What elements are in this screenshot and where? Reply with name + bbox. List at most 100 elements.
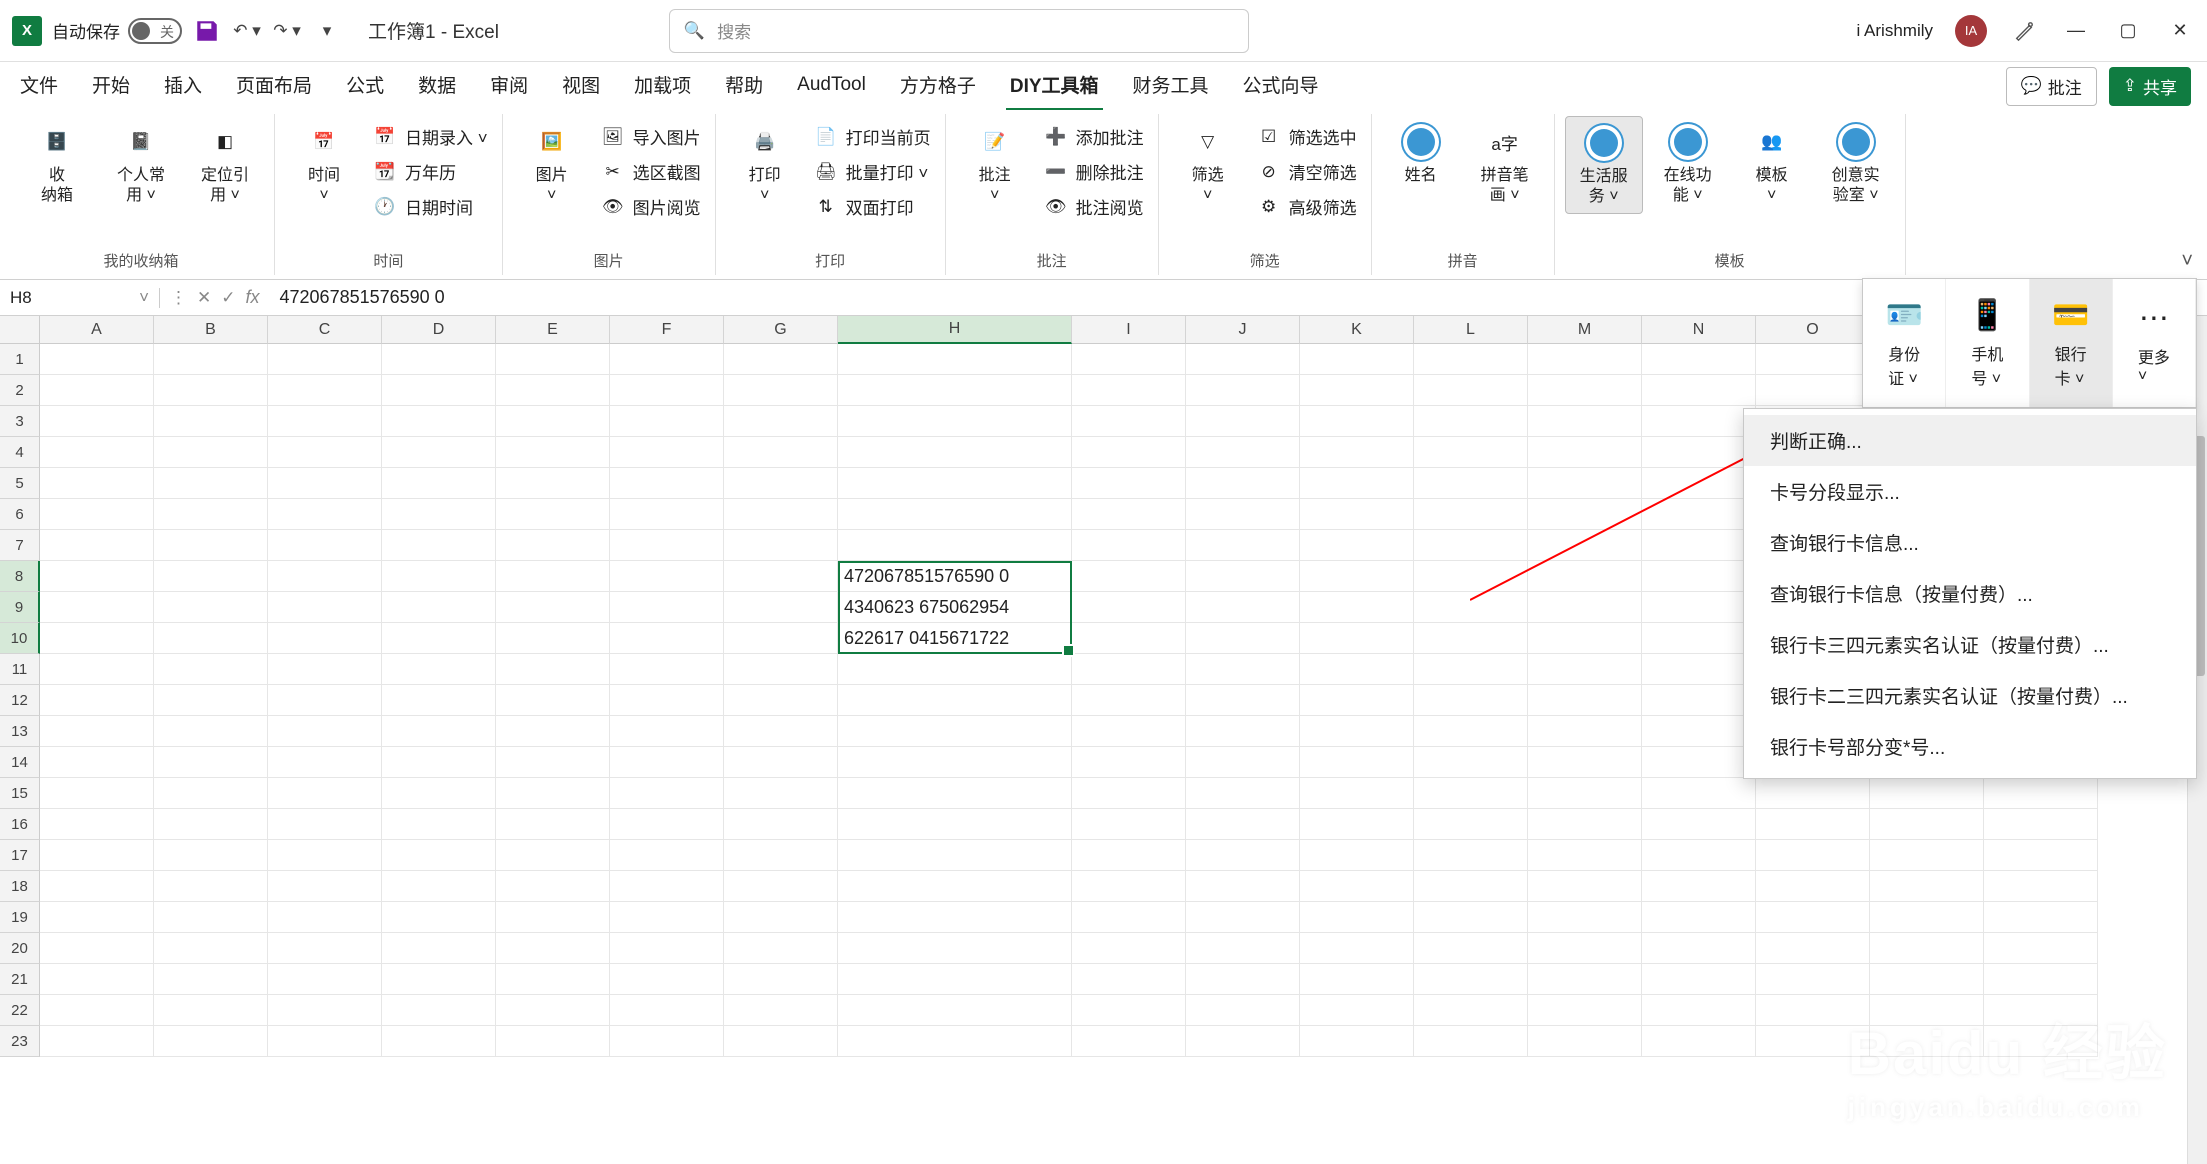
maximize-button[interactable]: ▢ (2113, 16, 2143, 46)
cell-E18[interactable] (496, 871, 610, 902)
cell-G11[interactable] (724, 654, 838, 685)
cell-Q15[interactable] (1984, 778, 2098, 809)
row-header-16[interactable]: 16 (0, 809, 40, 840)
row-header-10[interactable]: 10 (0, 623, 40, 654)
accept-formula-icon[interactable]: ✓ (221, 288, 235, 308)
cell-B6[interactable] (154, 499, 268, 530)
cell-E7[interactable] (496, 530, 610, 561)
cell-H18[interactable] (838, 871, 1072, 902)
cell-N10[interactable] (1642, 623, 1756, 654)
cell-J10[interactable] (1186, 623, 1300, 654)
cell-E19[interactable] (496, 902, 610, 933)
cell-D9[interactable] (382, 592, 496, 623)
cell-O21[interactable] (1756, 964, 1870, 995)
cell-L20[interactable] (1414, 933, 1528, 964)
cell-E1[interactable] (496, 344, 610, 375)
cell-E23[interactable] (496, 1026, 610, 1057)
ribbon-btn-shou[interactable]: 🗄️收纳箱 (18, 116, 96, 212)
cell-H10[interactable]: 622617 0415671722 (838, 623, 1072, 654)
col-header-A[interactable]: A (40, 316, 154, 344)
cell-F15[interactable] (610, 778, 724, 809)
cell-J18[interactable] (1186, 871, 1300, 902)
cell-N12[interactable] (1642, 685, 1756, 716)
cell-C12[interactable] (268, 685, 382, 716)
ribbon-small-筛选选中[interactable]: ☑筛选选中 (1253, 122, 1361, 151)
cell-I11[interactable] (1072, 654, 1186, 685)
col-header-G[interactable]: G (724, 316, 838, 344)
cell-Q16[interactable] (1984, 809, 2098, 840)
cell-E11[interactable] (496, 654, 610, 685)
cell-A22[interactable] (40, 995, 154, 1026)
sub-btn-银行[interactable]: 💳银行卡 ˅ (2030, 279, 2113, 407)
menu-item-0[interactable]: 判断正确... (1744, 415, 2196, 466)
cell-G10[interactable] (724, 623, 838, 654)
cell-G15[interactable] (724, 778, 838, 809)
cell-P18[interactable] (1870, 871, 1984, 902)
ribbon-btn-moban[interactable]: 👥模板˅ (1733, 116, 1811, 212)
cell-L15[interactable] (1414, 778, 1528, 809)
cell-M21[interactable] (1528, 964, 1642, 995)
cell-J3[interactable] (1186, 406, 1300, 437)
cell-I3[interactable] (1072, 406, 1186, 437)
cell-B20[interactable] (154, 933, 268, 964)
cell-E2[interactable] (496, 375, 610, 406)
cell-A15[interactable] (40, 778, 154, 809)
cell-Q19[interactable] (1984, 902, 2098, 933)
cell-O20[interactable] (1756, 933, 1870, 964)
cell-O15[interactable] (1756, 778, 1870, 809)
row-header-4[interactable]: 4 (0, 437, 40, 468)
ribbon-btn-chuangyi[interactable]: 创意实验室 ˅ (1817, 116, 1895, 212)
cell-I21[interactable] (1072, 964, 1186, 995)
cell-A23[interactable] (40, 1026, 154, 1057)
ribbon-small-高级筛选[interactable]: ⚙高级筛选 (1253, 192, 1361, 221)
cell-J8[interactable] (1186, 561, 1300, 592)
cell-D7[interactable] (382, 530, 496, 561)
cell-L17[interactable] (1414, 840, 1528, 871)
cell-N4[interactable] (1642, 437, 1756, 468)
row-header-13[interactable]: 13 (0, 716, 40, 747)
cell-K22[interactable] (1300, 995, 1414, 1026)
cell-E10[interactable] (496, 623, 610, 654)
col-header-C[interactable]: C (268, 316, 382, 344)
cell-I20[interactable] (1072, 933, 1186, 964)
cell-H4[interactable] (838, 437, 1072, 468)
cell-J23[interactable] (1186, 1026, 1300, 1057)
cell-I10[interactable] (1072, 623, 1186, 654)
cell-C4[interactable] (268, 437, 382, 468)
user-avatar[interactable]: IA (1955, 15, 1987, 47)
cell-D2[interactable] (382, 375, 496, 406)
cell-H6[interactable] (838, 499, 1072, 530)
undo-button[interactable]: ↶ ▾ (232, 16, 262, 46)
cell-L8[interactable] (1414, 561, 1528, 592)
name-box[interactable]: H8 ˅ (0, 288, 160, 308)
cell-L18[interactable] (1414, 871, 1528, 902)
ribbon-btn-dayin[interactable]: 🖨️打印˅ (726, 116, 804, 212)
cell-O23[interactable] (1756, 1026, 1870, 1057)
cell-N5[interactable] (1642, 468, 1756, 499)
cell-M19[interactable] (1528, 902, 1642, 933)
cell-D17[interactable] (382, 840, 496, 871)
tab-财务工具[interactable]: 财务工具 (1129, 61, 1213, 111)
cell-J13[interactable] (1186, 716, 1300, 747)
cell-G3[interactable] (724, 406, 838, 437)
cell-G21[interactable] (724, 964, 838, 995)
ribbon-small-导入图片[interactable]: 🖼导入图片 (597, 122, 705, 151)
ribbon-small-双面打印[interactable]: ⇅双面打印 (810, 192, 935, 221)
cell-C5[interactable] (268, 468, 382, 499)
cell-Q20[interactable] (1984, 933, 2098, 964)
tab-加载项[interactable]: 加载项 (630, 61, 695, 111)
cell-H13[interactable] (838, 716, 1072, 747)
cell-I23[interactable] (1072, 1026, 1186, 1057)
cell-L23[interactable] (1414, 1026, 1528, 1057)
cell-I1[interactable] (1072, 344, 1186, 375)
cell-D13[interactable] (382, 716, 496, 747)
row-header-20[interactable]: 20 (0, 933, 40, 964)
cell-C3[interactable] (268, 406, 382, 437)
ribbon-btn-zaixian[interactable]: 在线功能 ˅ (1649, 116, 1727, 212)
cell-J21[interactable] (1186, 964, 1300, 995)
cell-L1[interactable] (1414, 344, 1528, 375)
cell-F4[interactable] (610, 437, 724, 468)
cell-E21[interactable] (496, 964, 610, 995)
cell-C21[interactable] (268, 964, 382, 995)
cell-L2[interactable] (1414, 375, 1528, 406)
